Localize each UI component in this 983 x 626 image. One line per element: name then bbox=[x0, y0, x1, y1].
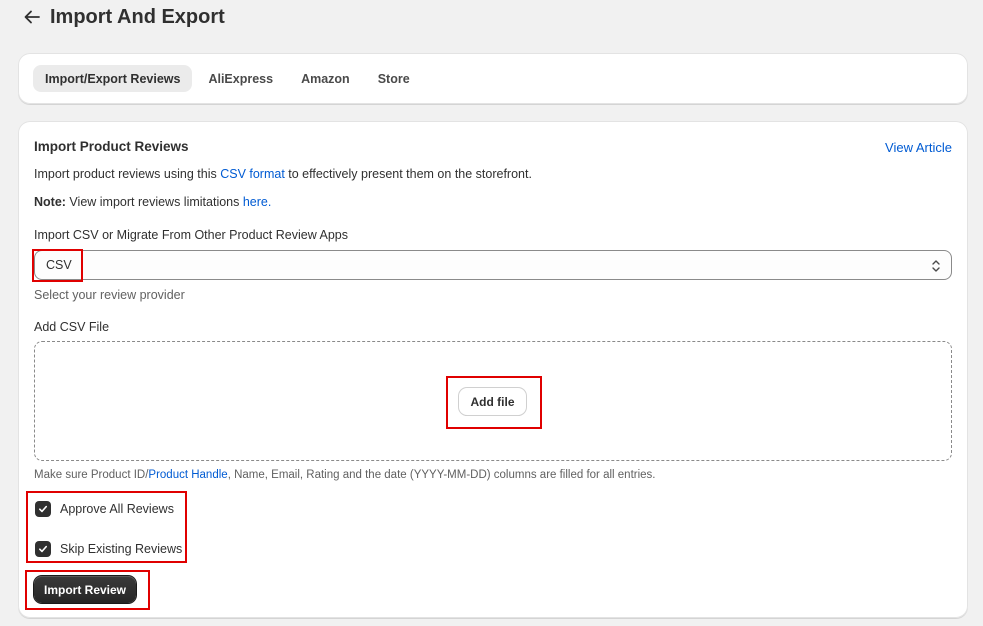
tab-amazon[interactable]: Amazon bbox=[289, 65, 362, 92]
approve-all-label: Approve All Reviews bbox=[60, 502, 174, 516]
provider-selected-value: CSV bbox=[46, 258, 72, 272]
provider-select[interactable]: CSV bbox=[34, 250, 952, 280]
section-title: Import Product Reviews bbox=[34, 139, 189, 154]
approve-all-checkbox[interactable] bbox=[35, 501, 51, 517]
limitations-here-link[interactable]: here. bbox=[243, 195, 272, 209]
csv-format-link[interactable]: CSV format bbox=[220, 167, 285, 181]
tabs-bar: Import/Export Reviews AliExpress Amazon … bbox=[18, 53, 968, 104]
view-article-link[interactable]: View Article bbox=[885, 140, 952, 155]
section-description: Import product reviews using this CSV fo… bbox=[34, 167, 532, 181]
product-handle-link[interactable]: Product Handle bbox=[148, 469, 227, 481]
csv-file-label: Add CSV File bbox=[34, 320, 110, 334]
arrow-left-icon[interactable] bbox=[22, 7, 42, 27]
csv-help-suffix: , Name, Email, Rating and the date (YYYY… bbox=[227, 469, 656, 481]
note-label: Note: bbox=[34, 195, 66, 209]
description-suffix: to effectively present them on the store… bbox=[284, 167, 532, 181]
select-chevrons-icon bbox=[932, 260, 940, 272]
provider-select-label: Import CSV or Migrate From Other Product… bbox=[34, 228, 348, 242]
check-icon bbox=[39, 545, 47, 553]
csv-help-prefix: Make sure Product ID/ bbox=[34, 469, 149, 481]
tab-aliexpress[interactable]: AliExpress bbox=[196, 65, 285, 92]
add-file-button[interactable]: Add file bbox=[459, 388, 526, 415]
tab-import-export-reviews[interactable]: Import/Export Reviews bbox=[33, 65, 193, 92]
description-prefix: Import product reviews using this bbox=[34, 167, 221, 181]
note-text: View import reviews limitations bbox=[65, 195, 243, 209]
limitations-note: Note: View import reviews limitations he… bbox=[34, 195, 271, 209]
skip-existing-reviews-option[interactable]: Skip Existing Reviews bbox=[35, 541, 182, 557]
approve-all-reviews-option[interactable]: Approve All Reviews bbox=[35, 501, 174, 517]
page-header: Import And Export bbox=[22, 4, 225, 30]
skip-existing-label: Skip Existing Reviews bbox=[60, 542, 183, 556]
csv-help-text: Make sure Product ID/Product Handle, Nam… bbox=[34, 469, 655, 481]
check-icon bbox=[39, 505, 47, 513]
import-review-button[interactable]: Import Review bbox=[34, 576, 136, 603]
tab-store[interactable]: Store bbox=[366, 65, 422, 92]
page-title: Import And Export bbox=[50, 5, 225, 28]
skip-existing-checkbox[interactable] bbox=[35, 541, 51, 557]
provider-help-text: Select your review provider bbox=[34, 288, 185, 302]
